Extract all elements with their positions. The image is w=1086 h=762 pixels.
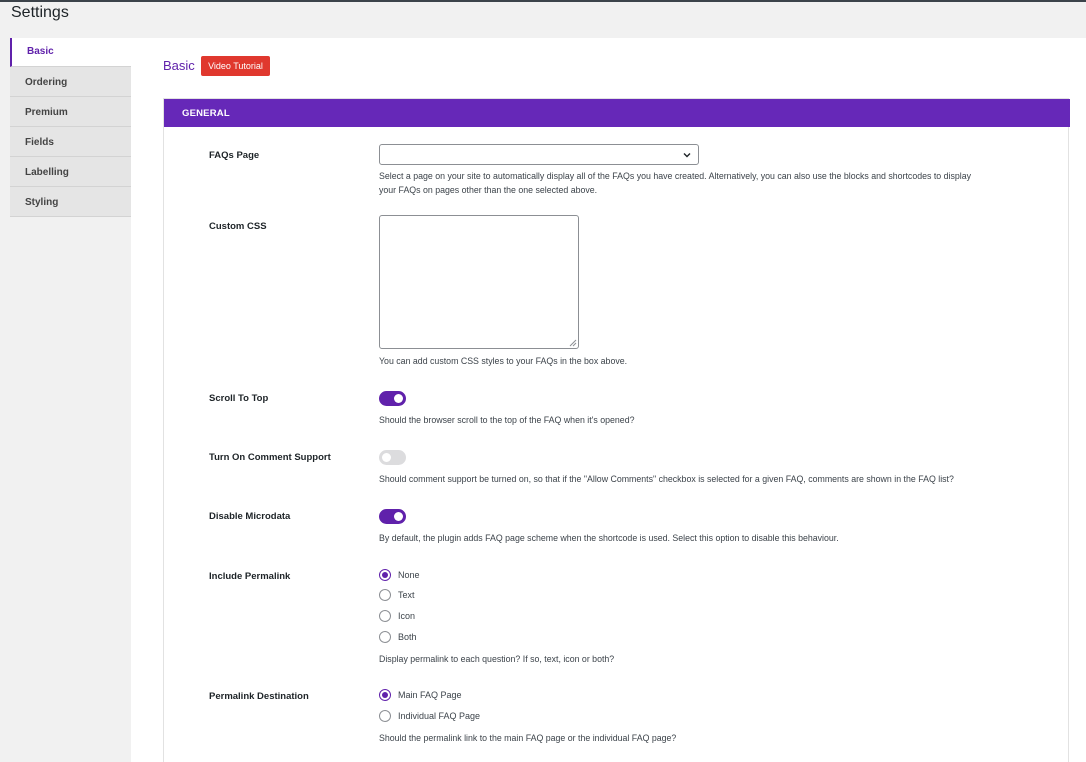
comment-support-label: Turn On Comment Support — [209, 452, 331, 463]
toggle-knob — [382, 453, 391, 462]
sidebar-item-labelling[interactable]: Labelling — [10, 157, 131, 187]
permalink-destination-description: Should the permalink link to the main FA… — [379, 733, 677, 743]
sidebar-item-basic[interactable]: Basic — [10, 38, 131, 67]
custom-css-textarea[interactable] — [379, 215, 579, 349]
radio-button[interactable] — [379, 689, 391, 701]
faqs-page-description-line: Select a page on your site to automatica… — [379, 171, 972, 181]
panel-header: GENERAL — [164, 99, 1070, 127]
include-permalink-label: Include Permalink — [209, 571, 291, 582]
radio-label: Text — [398, 590, 415, 600]
video-tutorial-button[interactable]: Video Tutorial — [201, 56, 270, 76]
sidebar-item-fields[interactable]: Fields — [10, 127, 131, 157]
resize-handle-icon[interactable] — [569, 339, 577, 347]
radio-label: Main FAQ Page — [398, 690, 462, 700]
radio-button[interactable] — [379, 710, 391, 722]
scroll-to-top-toggle[interactable] — [379, 391, 406, 406]
sidebar-item-label: Labelling — [25, 167, 69, 178]
radio-button[interactable] — [379, 610, 391, 622]
radio-label: Icon — [398, 611, 416, 621]
sidebar-item-label: Ordering — [25, 77, 68, 88]
scroll-to-top-description: Should the browser scroll to the top of … — [379, 415, 635, 425]
disable-microdata-description: By default, the plugin adds FAQ page sch… — [379, 533, 839, 543]
settings-main: Basic Video Tutorial GENERAL FAQs Page S… — [131, 38, 1086, 762]
top-admin-bar-edge — [0, 0, 1086, 2]
permalink-destination-label: Permalink Destination — [209, 691, 309, 702]
page-title: Settings — [11, 4, 69, 21]
sidebar-item-ordering[interactable]: Ordering — [10, 67, 131, 97]
general-panel: GENERAL FAQs Page Select a page on your … — [163, 98, 1070, 762]
faqs-page-description-line: your FAQs on pages other than the one se… — [379, 185, 598, 195]
comment-support-description: Should comment support be turned on, so … — [379, 474, 954, 484]
radio-button[interactable] — [379, 589, 391, 601]
sidebar-item-label: Styling — [25, 197, 59, 208]
comment-support-toggle[interactable] — [379, 450, 406, 465]
radio-label: None — [398, 570, 420, 580]
include-permalink-description: Display permalink to each question? If s… — [379, 654, 615, 664]
sidebar-item-styling[interactable]: Styling — [10, 187, 131, 217]
radio-label: Individual FAQ Page — [398, 711, 481, 721]
scroll-to-top-label: Scroll To Top — [209, 393, 269, 404]
settings-sidebar: Basic Ordering Premium Fields Labelling … — [10, 38, 131, 217]
radio-button[interactable] — [379, 631, 391, 643]
faqs-page-select[interactable] — [379, 144, 699, 165]
custom-css-label: Custom CSS — [209, 221, 267, 232]
faqs-page-label: FAQs Page — [209, 150, 260, 161]
custom-css-description: You can add custom CSS styles to your FA… — [379, 356, 628, 366]
toggle-knob — [394, 512, 403, 521]
sidebar-item-label: Fields — [25, 137, 54, 148]
sidebar-item-premium[interactable]: Premium — [10, 97, 131, 127]
section-heading: Basic — [163, 58, 195, 73]
sidebar-item-label: Premium — [25, 107, 68, 118]
radio-label: Both — [398, 632, 417, 642]
faqs-page-description: Select a page on your site to automatica… — [379, 169, 1039, 197]
toggle-knob — [394, 394, 403, 403]
panel-title: GENERAL — [182, 108, 230, 119]
disable-microdata-label: Disable Microdata — [209, 511, 291, 522]
sidebar-item-label: Basic — [27, 46, 54, 57]
disable-microdata-toggle[interactable] — [379, 509, 406, 524]
chevron-down-icon — [683, 153, 691, 158]
radio-button[interactable] — [379, 569, 391, 581]
